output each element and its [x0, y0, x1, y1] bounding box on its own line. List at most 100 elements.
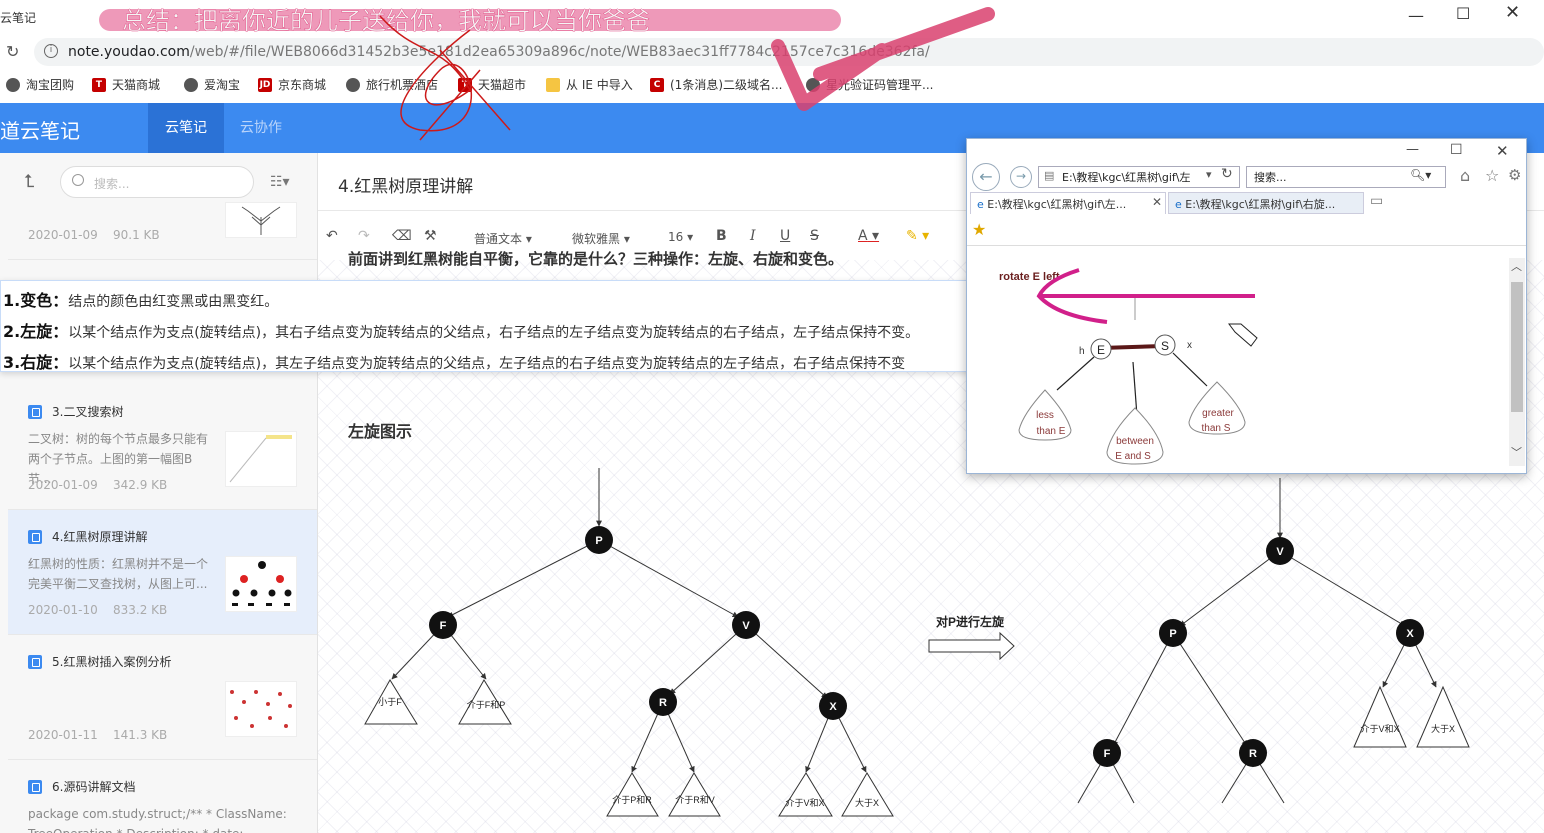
rotation-figure: rotate E left E S h x less than E betwee… [999, 268, 1258, 465]
underline-button[interactable]: U [780, 228, 790, 244]
text-color-button[interactable]: A ▾ [858, 228, 879, 244]
ie-settings-icon[interactable]: ⚙ [1508, 166, 1521, 184]
maximize-icon[interactable]: ☐ [1456, 4, 1470, 23]
edge-label: x [1187, 340, 1192, 351]
bookmark-tmall[interactable]: T 天猫商城 [92, 76, 160, 93]
leaf-label: less [1036, 410, 1054, 421]
ie-add-favorite-icon[interactable]: ★ [972, 220, 986, 239]
note-meta: 2020-01-11 141.3 KB [28, 728, 168, 742]
rule-rotate-left: 2.左旋：以某个结点作为支点(旋转结点)，其右子结点变为旋转结点的父结点，右子结… [3, 322, 920, 341]
app-logo[interactable]: 道云笔记 [0, 115, 80, 144]
italic-button[interactable]: I [750, 228, 756, 244]
leaf-label: 小于F [378, 697, 402, 707]
ie-dropdown-icon[interactable]: ▾ [1206, 168, 1212, 181]
csdn-icon: C [650, 77, 664, 92]
globe-icon [806, 77, 820, 92]
ie-new-tab-icon[interactable]: ▭ [1370, 193, 1383, 209]
bookmark-tmall-market[interactable]: T 天猫超市 [458, 76, 526, 93]
leaf-label: 大于X [855, 797, 879, 808]
ie-favorites-bar [967, 216, 1526, 246]
leaf-label: 介于F和P [467, 700, 506, 710]
ie-refresh-icon[interactable]: ↻ [1221, 166, 1233, 182]
bookmark-csdn[interactable]: C (1条消息)二级域名... [650, 76, 782, 93]
ie-scrollbar-thumb[interactable] [1511, 282, 1523, 412]
search-input[interactable] [60, 166, 254, 198]
ie-close-icon[interactable]: ✕ [1496, 142, 1509, 160]
leaf-label: greater [1202, 408, 1234, 419]
note-title: 4.红黑树原理讲解 [28, 528, 147, 545]
nav-notes-tab[interactable]: 云笔记 [148, 103, 224, 153]
back-icon[interactable]: ⮤ [24, 171, 35, 192]
bookmark-jd[interactable]: JD 京东商城 [258, 76, 326, 93]
bookmark-import-ie[interactable]: 从 IE 中导入 [546, 76, 633, 93]
undo-icon[interactable]: ↶ [326, 228, 338, 244]
ie-maximize-icon[interactable]: ☐ [1450, 142, 1463, 158]
node-label: P [595, 535, 602, 547]
note-title: 5.红黑树插入案例分析 [28, 653, 171, 670]
note-snippet: 红黑树的性质：红黑树并不是一个完美平衡二叉查找树，从图上可... [28, 557, 209, 591]
list-item[interactable]: 6.源码讲解文档 package com.study.struct;/** * … [8, 760, 317, 833]
browser-tabstrip [0, 0, 1544, 36]
note-snippet: package com.study.struct;/** * ClassName… [28, 807, 287, 833]
minimize-icon[interactable]: — [1408, 6, 1424, 25]
ie-search-icon[interactable]: 🔍︎▾ [1410, 168, 1431, 182]
note-title-field[interactable]: 4.红黑树原理讲解 [338, 172, 473, 197]
rotation-diagram: P F V R X V P X F R 小于F 介于F和P 介于P和R 介于R和… [364, 468, 1470, 817]
mouse-cursor-icon [1228, 323, 1258, 347]
ie-title-bar[interactable] [967, 139, 1526, 163]
size-select[interactable]: 16 ▾ [668, 230, 693, 244]
leaf-label: 大于X [1431, 723, 1455, 734]
highlight-icon[interactable]: ✎ ▾ [906, 228, 929, 244]
ie-tab-icon: e [977, 198, 984, 211]
bookmark-travel[interactable]: 旅行机票酒店 [346, 76, 438, 93]
reload-icon[interactable]: ↻ [6, 42, 19, 61]
ie-minimize-icon[interactable]: — [1406, 142, 1419, 157]
ie-tab-rotate-right[interactable]: e E:\教程\kgc\红黑树\gif\右旋... [1168, 192, 1364, 214]
ie-tab-icon: e [1175, 198, 1182, 211]
bold-button[interactable]: B [716, 228, 727, 244]
ie-favorites-icon[interactable]: ☆ [1485, 166, 1499, 185]
node-label: V [1276, 546, 1284, 558]
bookmark-taobao[interactable]: 淘宝团购 [6, 76, 74, 93]
nav-collab-tab[interactable]: 云协作 [240, 103, 282, 153]
ie-address-text[interactable]: E:\教程\kgc\红黑树\gif\左 [1062, 169, 1220, 185]
ie-tab-rotate-left[interactable]: e E:\教程\kgc\红黑树\gif\左... [970, 192, 1166, 214]
ie-search-placeholder[interactable]: 搜索... [1254, 169, 1287, 185]
note-thumbnail [225, 681, 297, 737]
font-select[interactable]: 微软雅黑 ▾ [572, 230, 630, 247]
close-icon[interactable]: ✕ [1505, 2, 1520, 23]
format-painter-icon[interactable]: ⚒ [424, 228, 437, 244]
note-thumbnail [225, 431, 297, 487]
eraser-icon[interactable]: ⌫ [392, 228, 412, 244]
url-text[interactable]: note.youdao.com/web/#/file/WEB8066d31452… [68, 44, 930, 60]
style-select[interactable]: 普通文本 ▾ [474, 230, 532, 247]
ie-tab-close-icon[interactable]: ✕ [1152, 195, 1162, 209]
ie-forward-icon[interactable]: → [1010, 166, 1032, 188]
list-item[interactable]: 2020-01-09 90.1 KB [8, 202, 317, 260]
search-placeholder[interactable]: 搜索... [94, 175, 129, 192]
node-label: F [440, 620, 447, 632]
ie-scroll-up-icon[interactable]: ︿ [1511, 258, 1522, 274]
search-icon [72, 174, 84, 186]
leaf-label: than S [1202, 423, 1231, 434]
strikethrough-button[interactable]: S [810, 228, 819, 244]
leaf-label: 介于V和X [785, 798, 824, 808]
globe-icon [6, 77, 20, 92]
bookmark-aitaobao[interactable]: 爱淘宝 [184, 76, 240, 93]
ie-home-icon[interactable]: ⌂ [1460, 166, 1470, 185]
leaf-label: than E [1037, 426, 1066, 437]
tmall-icon: T [92, 77, 106, 92]
info-icon[interactable]: i [44, 44, 58, 58]
tab-title[interactable]: 云笔记 [0, 9, 36, 26]
bookmark-captcha[interactable]: 星光验证码管理平... [806, 76, 933, 93]
ie-scroll-down-icon[interactable]: ﹀ [1511, 444, 1522, 460]
list-item[interactable]: 4.红黑树原理讲解 红黑树的性质：红黑树并不是一个完美平衡二叉查找树，从图上可.… [8, 510, 317, 635]
rotate-arrow-icon [928, 631, 1015, 661]
list-item[interactable]: 5.红黑树插入案例分析 2020-01-11 141.3 KB [8, 635, 317, 760]
node-label: V [742, 620, 750, 632]
list-view-icon[interactable]: ☷▾ [270, 174, 290, 190]
ie-back-icon[interactable]: ← [972, 163, 1000, 191]
list-item[interactable]: 3.二叉搜索树 二叉树：树的每个节点最多只能有两个子节点。上图的第一幅图B节..… [8, 385, 317, 510]
redo-icon[interactable]: ↷ [358, 228, 370, 244]
edge-label: h [1079, 346, 1085, 357]
